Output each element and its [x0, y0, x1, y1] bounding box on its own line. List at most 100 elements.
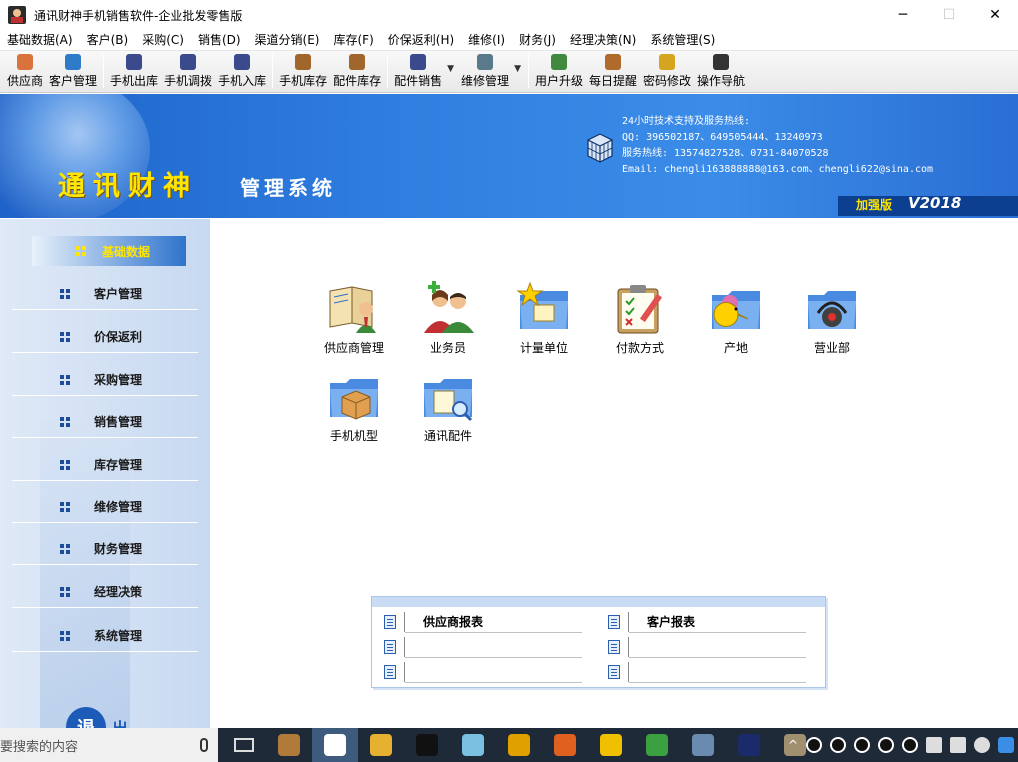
toolbar-button-label: 维修管理 — [461, 74, 510, 88]
menu-basic-data[interactable]: 基础数据(A) — [0, 30, 80, 51]
shield-icon[interactable] — [998, 737, 1014, 753]
taskbar-apps — [266, 728, 818, 762]
qq-app-taskbar-button[interactable] — [404, 728, 450, 762]
sidebar-item-2[interactable]: 价保返利 — [12, 321, 198, 353]
sidebar-item-6[interactable]: 维修管理 — [12, 491, 198, 523]
toolbar-button-phone-out[interactable]: 手机出库 — [107, 52, 161, 92]
folder-app-taskbar-button[interactable] — [358, 728, 404, 762]
menu-rebate[interactable]: 价保返利(H) — [381, 30, 461, 51]
module-tile-supplier-book[interactable]: 供应商管理 — [314, 279, 394, 359]
phone-in-icon — [234, 54, 251, 70]
module-tile-label: 营业部 — [813, 341, 850, 355]
sidebar-item-1[interactable]: 客户管理 — [12, 278, 198, 310]
module-tile-label: 业务员 — [429, 341, 466, 355]
sidebar-item-4[interactable]: 销售管理 — [12, 406, 198, 438]
firefox-app-taskbar-button[interactable] — [542, 728, 588, 762]
report-row[interactable] — [372, 659, 582, 684]
module-tile-branch-folder[interactable]: 营业部 — [792, 279, 872, 359]
dropdown-arrow-icon[interactable]: ▼ — [447, 64, 454, 74]
menu-purchase[interactable]: 采购(C) — [135, 30, 191, 51]
navigation-icon — [713, 54, 730, 70]
menu-finance[interactable]: 财务(J) — [512, 30, 563, 51]
sidebar-item-0[interactable]: 基础数据 — [32, 236, 186, 266]
toolbar-button-phone-in[interactable]: 手机入库 — [215, 52, 269, 92]
taskbar-search[interactable]: 要搜索的内容 — [0, 728, 218, 762]
toolbar-button-upgrade[interactable]: 用户升级 — [532, 52, 586, 92]
toolbar-button-phone-stock[interactable]: 手机库存 — [276, 52, 330, 92]
maximize-button[interactable]: ☐ — [926, 0, 972, 30]
photos-app-taskbar-button[interactable] — [680, 728, 726, 762]
menu-repair[interactable]: 维修(I) — [461, 30, 512, 51]
minimize-button[interactable]: ─ — [880, 0, 926, 30]
report-row[interactable] — [596, 634, 806, 659]
report-row[interactable] — [596, 659, 806, 684]
toolbar-button-label: 供应商 — [7, 74, 44, 88]
dropdown-arrow-icon[interactable]: ▼ — [514, 64, 521, 74]
toolbar-button-parts-sales[interactable]: 配件销售 — [391, 52, 445, 92]
close-button[interactable]: ✕ — [972, 0, 1018, 30]
sidebar-item-8[interactable]: 经理决策 — [12, 576, 198, 608]
window-controls: ─ ☐ ✕ — [880, 0, 1018, 30]
firefox-app-icon — [554, 734, 576, 756]
qq-tray-icon-3[interactable] — [854, 737, 870, 753]
toolbar-button-lock[interactable]: 密码修改 — [640, 52, 694, 92]
volume-icon[interactable] — [926, 737, 942, 753]
module-tile-phone-model-folder[interactable]: 手机机型 — [314, 367, 394, 447]
notepad-app-taskbar-button[interactable] — [312, 728, 358, 762]
qq-tray-icon-2[interactable] — [830, 737, 846, 753]
menu-manager[interactable]: 经理决策(N) — [563, 30, 643, 51]
menu-system[interactable]: 系统管理(S) — [643, 30, 722, 51]
toolbar-button-label: 配件销售 — [394, 74, 443, 88]
menu-channel[interactable]: 渠道分销(E) — [248, 30, 327, 51]
report-row[interactable] — [372, 634, 582, 659]
menu-customer[interactable]: 客户(B) — [80, 30, 136, 51]
toolbar-button-navigation[interactable]: 操作导航 — [694, 52, 748, 92]
sidebar-item-5[interactable]: 库存管理 — [12, 449, 198, 481]
toolbar-button-reminder[interactable]: 每日提醒 — [586, 52, 640, 92]
sidebar-item-9[interactable]: 系统管理 — [12, 620, 198, 652]
task-view-icon[interactable] — [234, 738, 254, 752]
toolbar-button-supplier[interactable]: 供应商 — [4, 52, 46, 92]
notes-app-taskbar-button[interactable] — [450, 728, 496, 762]
toolbar-button-customer[interactable]: 客户管理 — [46, 52, 100, 92]
menu-sales[interactable]: 销售(D) — [191, 30, 248, 51]
photoshop-app-taskbar-button[interactable] — [726, 728, 772, 762]
module-tile-label: 通讯配件 — [423, 429, 472, 443]
row-underline — [405, 657, 582, 658]
toolbar-button-repair[interactable]: 维修管理 — [458, 52, 512, 92]
module-tile-salesperson[interactable]: 业务员 — [408, 279, 488, 359]
tray-expand-icon[interactable]: ^ — [788, 738, 798, 752]
report-row[interactable]: 供应商报表 — [372, 609, 582, 634]
menu-inventory[interactable]: 库存(F) — [327, 30, 381, 51]
module-tile-origin-folder[interactable]: 产地 — [696, 279, 776, 359]
microphone-icon[interactable] — [200, 738, 208, 752]
module-tile-parts-folder[interactable]: 通讯配件 — [408, 367, 488, 447]
report-row[interactable]: 客户报表 — [596, 609, 806, 634]
exit-button[interactable]: 退 — [66, 707, 106, 728]
toolbar-button-phone-transfer[interactable]: 手机调拨 — [161, 52, 215, 92]
wechat-app-taskbar-button[interactable] — [634, 728, 680, 762]
qq-tray-icon-5[interactable] — [902, 737, 918, 753]
toolbar-button-label: 手机库存 — [279, 74, 328, 88]
qq-tray-icon[interactable] — [806, 737, 822, 753]
support-email: Email: chengli163888888@163.com、chengli6… — [622, 164, 934, 175]
music-app-taskbar-button[interactable] — [588, 728, 634, 762]
sidebar-item-7[interactable]: 财务管理 — [12, 533, 198, 565]
folder-app-icon — [370, 734, 392, 756]
toolbar-button-parts-stock[interactable]: 配件库存 — [330, 52, 384, 92]
toolbar-button-label: 用户升级 — [534, 74, 583, 88]
sidebar-item-label: 库存管理 — [94, 458, 143, 472]
module-tile-unit-folder[interactable]: 计量单位 — [504, 279, 584, 359]
module-tile-payment-clipboard[interactable]: 付款方式 — [600, 279, 680, 359]
toolbar-button-label: 手机出库 — [110, 74, 159, 88]
wifi-icon[interactable] — [974, 737, 990, 753]
battery-icon[interactable] — [950, 737, 966, 753]
grid-dots-icon — [60, 501, 70, 512]
divider — [404, 661, 405, 682]
module-tile-label: 付款方式 — [615, 341, 664, 355]
bus-app-taskbar-button[interactable] — [496, 728, 542, 762]
parts-folder-icon — [420, 367, 476, 423]
qq-tray-icon-4[interactable] — [878, 737, 894, 753]
parcel-app-taskbar-button[interactable] — [266, 728, 312, 762]
sidebar-item-3[interactable]: 采购管理 — [12, 364, 198, 396]
